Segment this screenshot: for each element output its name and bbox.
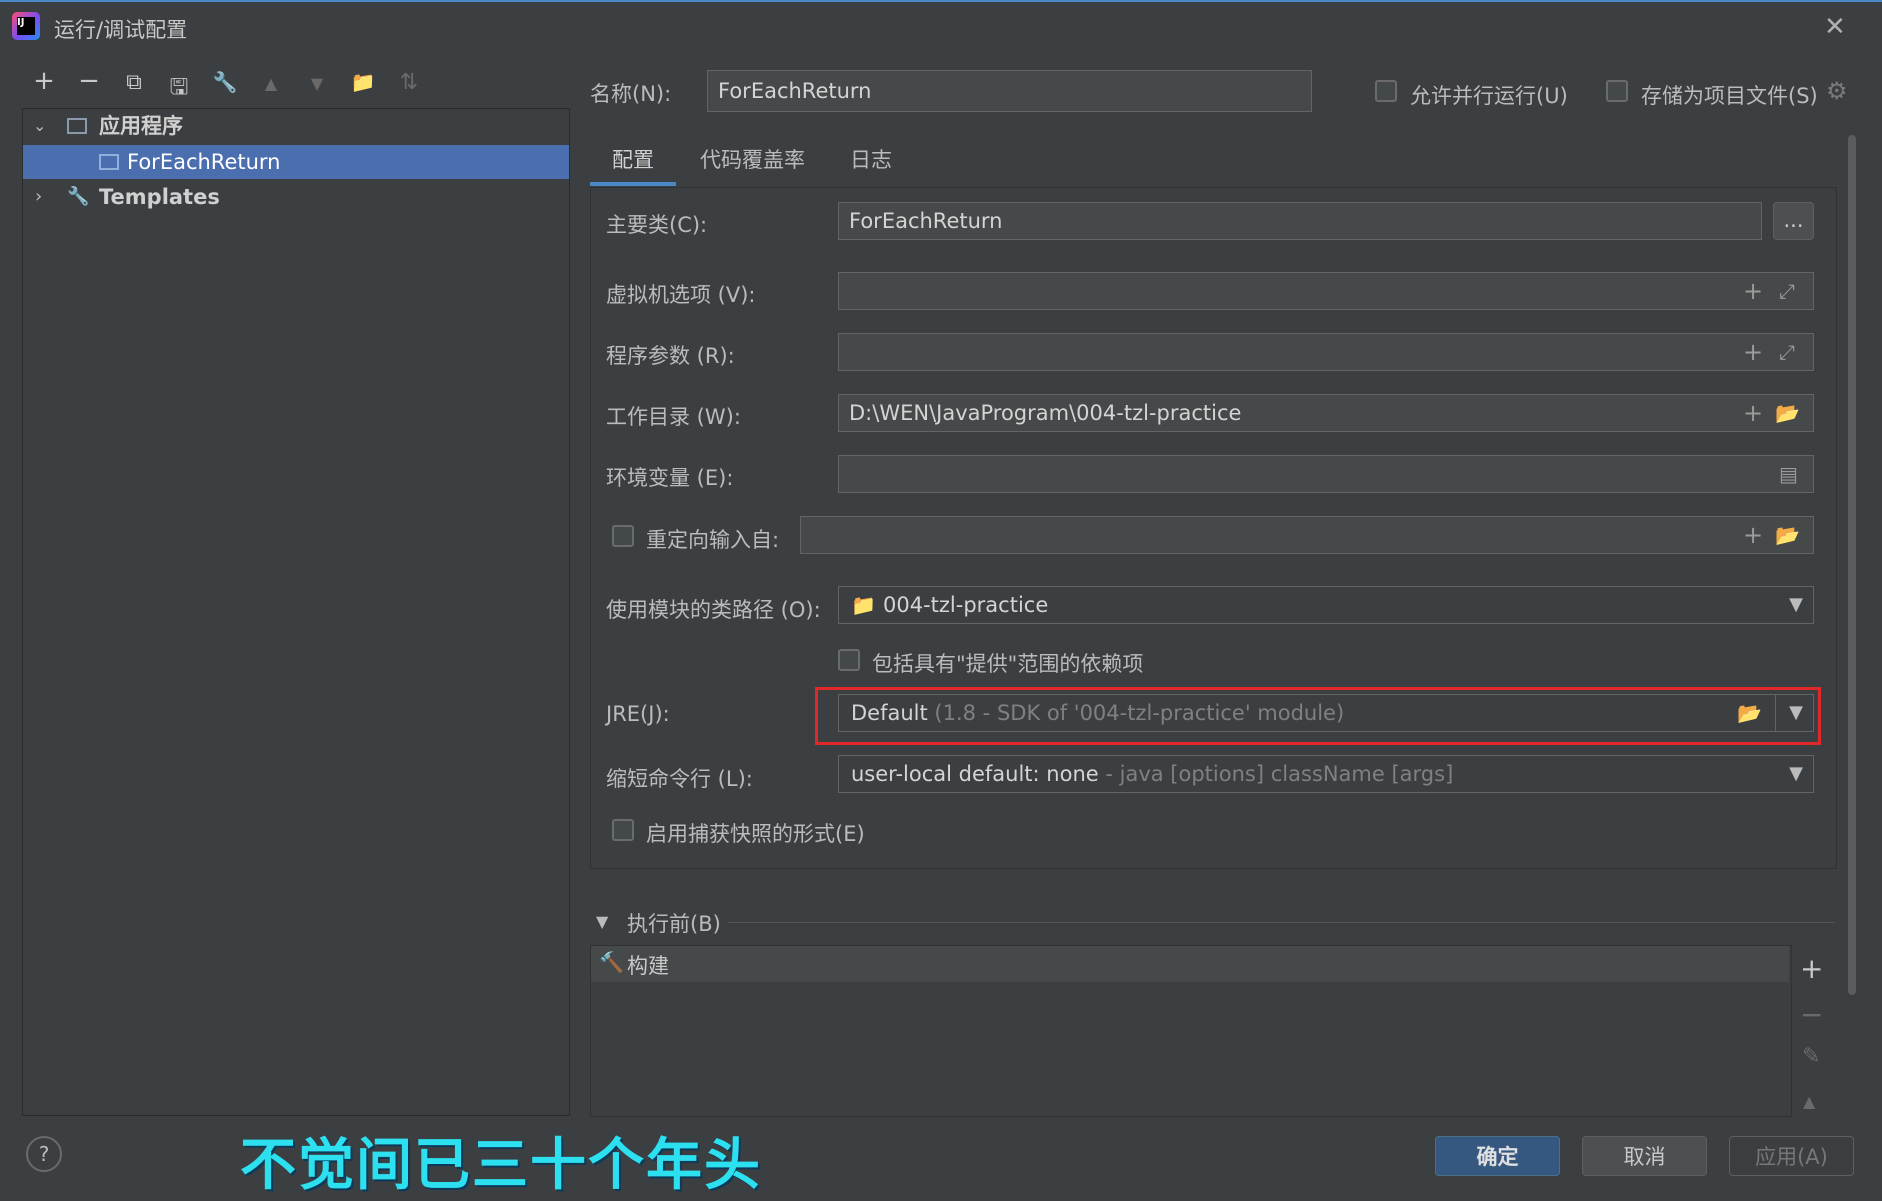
expand-icon[interactable]: ⤢ — [1779, 334, 1795, 370]
chevron-down-icon[interactable]: ▼ — [1789, 756, 1803, 792]
include-provided-checkbox[interactable] — [838, 649, 860, 671]
vm-options-label: 虚拟机选项 (V): — [606, 283, 756, 307]
tab-config[interactable]: 配置 — [612, 144, 654, 174]
divider — [1775, 695, 1776, 731]
env-vars-field[interactable]: ▤ — [838, 455, 1814, 493]
tab-logs[interactable]: 日志 — [850, 144, 892, 174]
jre-label: JRE(J): — [606, 702, 670, 726]
save-icon[interactable]: 🖫 — [164, 70, 194, 108]
tree-group-label: 应用程序 — [99, 114, 183, 138]
add-icon[interactable]: + — [1743, 517, 1763, 553]
before-launch-title: 执行前(B) — [627, 912, 721, 936]
working-dir-label: 工作目录 (W): — [606, 405, 741, 429]
expand-icon[interactable]: ⤢ — [1779, 273, 1795, 309]
move-down-icon[interactable]: ▼ — [302, 74, 332, 93]
main-class-field[interactable]: ForEachReturn — [838, 202, 1762, 240]
module-dropdown[interactable]: 📁 004-tzl-practice ▼ — [838, 586, 1814, 624]
name-field[interactable]: ForEachReturn — [707, 70, 1312, 112]
chevron-down-icon[interactable]: ⌄ — [33, 109, 46, 143]
chevron-down-icon[interactable]: ▼ — [1789, 695, 1803, 731]
tree-group-application[interactable]: ⌄ 应用程序 — [23, 109, 569, 143]
snapshot-label: 启用捕获快照的形式(E) — [646, 822, 865, 846]
tree-item-foreachreturn[interactable]: ForEachReturn — [23, 145, 569, 179]
apply-button[interactable]: 应用(A) — [1729, 1136, 1854, 1176]
store-as-file-label: 存储为项目文件(S) — [1641, 84, 1818, 108]
shorten-cmdline-label: 缩短命令行 (L): — [606, 767, 753, 791]
tab-coverage[interactable]: 代码覆盖率 — [700, 144, 805, 174]
application-icon — [67, 118, 87, 134]
program-args-field[interactable]: + ⤢ — [838, 333, 1814, 371]
include-provided-label: 包括具有"提供"范围的依赖项 — [872, 652, 1144, 676]
jre-value: Default — [851, 701, 928, 725]
active-tab-indicator — [590, 182, 676, 186]
folder-icon[interactable]: 📂 — [1737, 695, 1762, 731]
hammer-icon: 🔨 — [599, 950, 624, 974]
window-title: 运行/调试配置 — [54, 18, 188, 42]
copy-icon[interactable]: ⧉ — [119, 70, 149, 95]
folder-icon[interactable]: 📂 — [1775, 517, 1800, 553]
remove-icon[interactable]: − — [74, 66, 104, 96]
shorten-hint: - java [options] className [args] — [1105, 762, 1454, 786]
close-icon[interactable]: ✕ — [1824, 12, 1846, 42]
name-label: 名称(N): — [590, 82, 672, 106]
scrollbar[interactable] — [1848, 135, 1856, 995]
main-class-label: 主要类(C): — [606, 213, 708, 237]
jre-hint: (1.8 - SDK of '004-tzl-practice' module) — [934, 701, 1345, 725]
chevron-down-icon[interactable]: ▼ — [1789, 587, 1803, 623]
remove-task-icon[interactable]: − — [1800, 998, 1823, 1031]
working-dir-field[interactable]: D:\WEN\JavaProgram\004-tzl-practice + 📂 — [838, 394, 1814, 432]
config-icon — [99, 154, 119, 170]
help-button[interactable]: ? — [26, 1136, 62, 1172]
tree-group-templates[interactable]: › 🔧 Templates — [23, 180, 569, 214]
module-classpath-label: 使用模块的类路径 (O): — [606, 598, 821, 622]
browse-main-class-button[interactable]: ... — [1773, 202, 1814, 240]
module-folder-icon: 📁 — [851, 593, 876, 617]
gear-icon[interactable]: ⚙ — [1826, 77, 1848, 105]
allow-parallel-label: 允许并行运行(U) — [1410, 84, 1568, 108]
cancel-button[interactable]: 取消 — [1582, 1136, 1707, 1176]
jre-dropdown[interactable]: Default (1.8 - SDK of '004-tzl-practice'… — [838, 694, 1814, 732]
templates-label: Templates — [99, 185, 220, 209]
sort-icon[interactable]: ⇅ — [394, 70, 424, 95]
tree-item-label: ForEachReturn — [127, 150, 281, 174]
configuration-tree[interactable]: ⌄ 应用程序 ForEachReturn › 🔧 Templates — [22, 108, 570, 1116]
build-task-label: 构建 — [627, 954, 669, 978]
add-icon[interactable]: + — [1743, 334, 1763, 370]
collapse-icon[interactable]: ▼ — [596, 912, 608, 931]
title-bar: IJ 运行/调试配置 ✕ — [0, 2, 1882, 52]
env-vars-label: 环境变量 (E): — [606, 466, 734, 490]
add-icon[interactable]: + — [1743, 273, 1763, 309]
folder-icon[interactable]: 📂 — [1775, 395, 1800, 431]
edit-task-icon[interactable]: ✎ — [1802, 1044, 1820, 1069]
separator — [728, 922, 1835, 923]
move-up-icon[interactable]: ▲ — [1803, 1092, 1815, 1111]
intellij-logo-icon: IJ — [12, 12, 40, 40]
shorten-value: user-local default: none — [851, 762, 1099, 786]
add-task-icon[interactable]: + — [1800, 952, 1823, 985]
add-icon[interactable]: + — [29, 66, 59, 96]
redirect-input-checkbox[interactable] — [612, 525, 634, 547]
redirect-input-field[interactable]: + 📂 — [800, 516, 1814, 554]
redirect-input-label: 重定向输入自: — [646, 528, 780, 552]
move-up-icon[interactable]: ▲ — [256, 74, 286, 93]
add-icon[interactable]: + — [1743, 395, 1763, 431]
document-icon[interactable]: ▤ — [1779, 456, 1798, 492]
program-args-label: 程序参数 (R): — [606, 344, 735, 368]
vm-options-field[interactable]: + ⤢ — [838, 272, 1814, 310]
wrench-icon: 🔧 — [67, 186, 90, 207]
store-as-file-checkbox[interactable] — [1606, 80, 1628, 102]
new-folder-icon[interactable]: 📁 — [348, 70, 378, 94]
before-launch-item[interactable]: 🔨 构建 — [591, 946, 1789, 982]
ok-button[interactable]: 确定 — [1435, 1136, 1560, 1176]
video-subtitle: 不觉间已三十个年头 — [240, 1133, 762, 1198]
snapshot-checkbox[interactable] — [612, 819, 634, 841]
shorten-cmdline-dropdown[interactable]: user-local default: none - java [options… — [838, 755, 1814, 793]
wrench-icon[interactable]: 🔧 — [210, 70, 240, 94]
allow-parallel-checkbox[interactable] — [1375, 80, 1397, 102]
chevron-right-icon[interactable]: › — [35, 180, 42, 214]
